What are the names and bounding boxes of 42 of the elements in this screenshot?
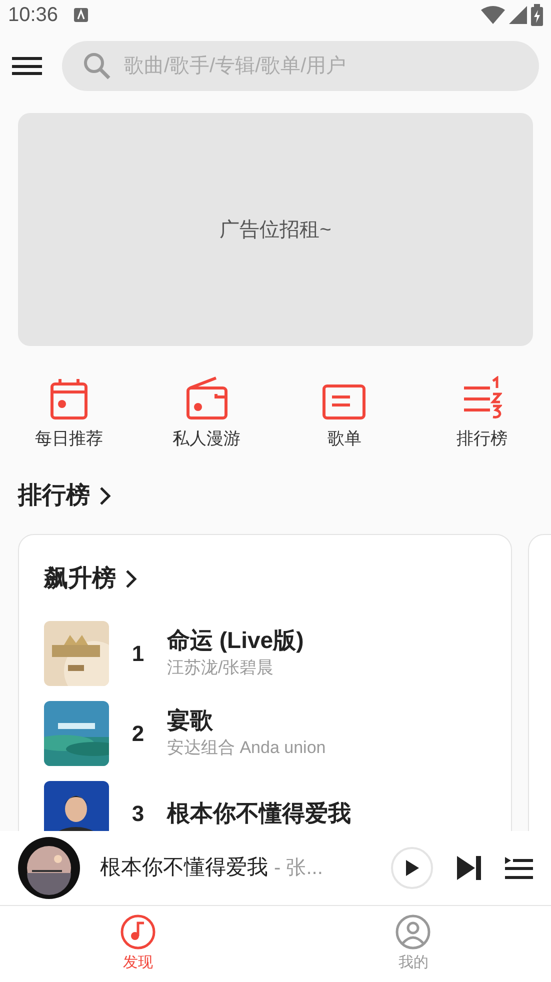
user-icon <box>395 914 432 950</box>
nav-tab[interactable]: 发现 <box>0 906 276 982</box>
music-note-icon <box>120 914 156 950</box>
radio-icon <box>184 376 229 420</box>
rank-number: 2 <box>130 720 146 748</box>
skip-next-icon <box>457 856 481 880</box>
shortcut-button[interactable]: 私人漫游 <box>138 374 276 452</box>
search-field[interactable]: 歌曲/歌手/专辑/歌单/用户 <box>62 41 539 91</box>
ad-banner[interactable]: 广告位招租~ <box>18 113 533 346</box>
now-playing-title: 根本你不懂得爱我 <box>100 855 268 882</box>
menu-button[interactable] <box>12 54 42 78</box>
shortcut-button[interactable]: 每日推荐 <box>0 374 138 452</box>
next-button[interactable] <box>457 856 481 880</box>
rank-number: 3 <box>130 800 146 828</box>
signal-icon <box>509 6 527 24</box>
chevron-right-icon[interactable] <box>98 486 112 506</box>
rank-number: 1 <box>130 640 146 668</box>
status-time: 10:36 <box>8 3 58 28</box>
search-icon <box>82 51 112 81</box>
ranking-icon <box>462 376 502 420</box>
play-button[interactable] <box>391 847 433 889</box>
shortcut-button[interactable]: 排行榜 <box>413 374 551 452</box>
calendar-icon <box>48 378 89 420</box>
card-title: 飙升榜 <box>44 564 116 594</box>
song-title: 根本你不懂得爱我 <box>167 799 351 828</box>
song-title: 宴歌 <box>167 706 214 736</box>
queue-icon <box>505 857 533 879</box>
section-title: 排行榜 <box>18 480 90 510</box>
song-title: 命运 (Live版) <box>167 626 304 656</box>
battery-icon <box>531 4 543 26</box>
playlist-icon <box>322 384 366 420</box>
song-artist: 汪苏泷/张碧晨 <box>167 657 275 680</box>
song-artist: 安达组合 Anda union <box>167 737 326 760</box>
playlist-button[interactable] <box>505 857 533 879</box>
play-icon <box>405 860 419 876</box>
banner-text: 广告位招租~ <box>220 218 332 242</box>
keyboard-app-icon <box>74 8 88 22</box>
wifi-icon <box>481 6 505 24</box>
shortcut-button[interactable]: 歌单 <box>276 374 414 452</box>
now-playing-artist: - 张... <box>274 856 323 882</box>
mini-player[interactable]: 根本你不懂得爱我 - 张... <box>0 831 551 906</box>
chevron-right-icon[interactable] <box>124 568 138 588</box>
